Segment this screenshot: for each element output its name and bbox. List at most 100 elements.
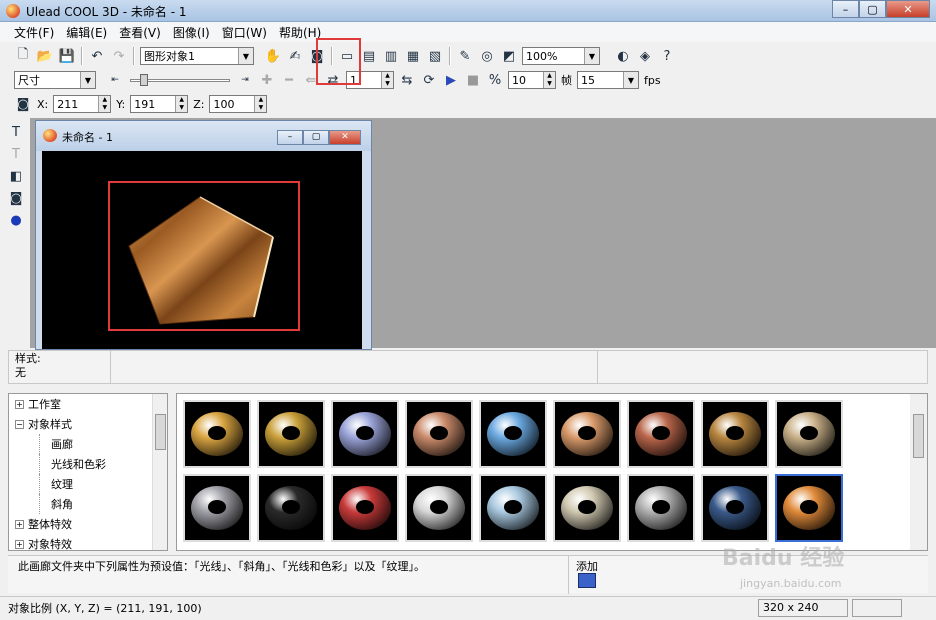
style-thumbnail[interactable] — [331, 474, 399, 542]
style-thumbnail[interactable] — [701, 400, 769, 468]
perspective-view-icon[interactable]: ▦ — [403, 46, 423, 66]
slider-thumb[interactable] — [140, 74, 148, 86]
add-keyframe-icon[interactable]: ✚ — [257, 70, 277, 90]
first-frame-icon[interactable]: ⇤ — [105, 70, 125, 90]
menu-view[interactable]: 查看(V) — [113, 24, 167, 41]
style-thumbnail[interactable] — [257, 400, 325, 468]
refresh-icon[interactable]: ⟳ — [419, 70, 439, 90]
tree-item-gallery[interactable]: 画廊 — [9, 434, 167, 454]
object-select[interactable]: 图形对象1 ▼ — [140, 47, 254, 65]
menu-image[interactable]: 图像(I) — [167, 24, 216, 41]
z-input[interactable]: 100 ▲ ▼ — [209, 95, 268, 113]
style-thumbnail[interactable] — [479, 400, 547, 468]
x-input[interactable]: 211 ▲ ▼ — [53, 95, 112, 113]
style-thumbnail[interactable] — [479, 474, 547, 542]
spinner-arrows[interactable]: ▲ ▼ — [98, 96, 111, 112]
redo-icon[interactable]: ↷ — [109, 46, 129, 66]
scrollbar-thumb[interactable] — [155, 414, 166, 450]
style-thumbnail[interactable] — [331, 400, 399, 468]
highlight-box — [108, 181, 300, 331]
spinner-arrows[interactable]: ▲ ▼ — [175, 96, 188, 112]
style-thumbnail[interactable] — [775, 400, 843, 468]
frame-count-value: 10 — [512, 73, 526, 87]
pan-hand-icon[interactable]: ✋ — [263, 46, 283, 66]
side-view-icon[interactable]: ▥ — [381, 46, 401, 66]
back-view-icon[interactable]: ▧ — [425, 46, 445, 66]
style-thumbnail[interactable] — [405, 474, 473, 542]
mode-select[interactable]: 尺寸 ▼ — [14, 71, 96, 89]
doc-close-button[interactable]: ✕ — [329, 130, 361, 145]
save-icon[interactable]: 💾 — [57, 46, 77, 66]
timeline-slider[interactable] — [130, 71, 230, 89]
expand-icon[interactable]: + — [15, 519, 24, 529]
snapshot-icon[interactable]: ◈ — [635, 46, 655, 66]
rotate-hand-icon[interactable]: ✍ — [285, 46, 305, 66]
tree-item-global-effects[interactable]: + 整体特效 — [9, 514, 167, 534]
style-thumbnail[interactable] — [183, 400, 251, 468]
style-thumbnail[interactable] — [627, 400, 695, 468]
tree-item-studio[interactable]: + 工作室 — [9, 394, 167, 414]
open-folder-icon[interactable]: 📂 — [35, 46, 55, 66]
help-pointer-icon[interactable]: ? — [657, 46, 677, 66]
style-thumbnail[interactable] — [405, 400, 473, 468]
collapse-icon[interactable]: − — [15, 419, 24, 429]
position-object-icon[interactable]: ◙ — [13, 94, 33, 114]
play-icon[interactable]: ▶ — [441, 70, 461, 90]
remove-keyframe-icon[interactable]: ━ — [279, 70, 299, 90]
scrollbar-thumb[interactable] — [913, 414, 924, 458]
torus-preview — [783, 412, 835, 456]
torus-preview — [265, 486, 317, 530]
render-icon[interactable]: ◐ — [613, 46, 633, 66]
doc-maximize-button[interactable]: ▢ — [303, 130, 329, 145]
last-frame-icon[interactable]: ⇥ — [235, 70, 255, 90]
globe-icon[interactable]: ◎ — [477, 46, 497, 66]
select-object-icon[interactable]: ◙ — [6, 188, 26, 208]
insert-geometry-icon[interactable]: ◧ — [6, 166, 26, 186]
chart-icon[interactable]: ◩ — [499, 46, 519, 66]
tree-item-bevel[interactable]: 斜角 — [9, 494, 167, 514]
close-button[interactable]: ✕ — [886, 0, 930, 18]
add-to-gallery-icon[interactable] — [578, 573, 596, 588]
style-thumbnail[interactable] — [183, 474, 251, 542]
tree-scrollbar[interactable] — [152, 394, 167, 550]
gallery-scrollbar[interactable] — [910, 394, 927, 550]
menu-file[interactable]: 文件(F) — [8, 24, 60, 41]
sphere-icon[interactable]: ● — [6, 210, 26, 230]
style-thumbnail[interactable] — [553, 474, 621, 542]
spinner-arrows[interactable]: ▲ ▼ — [381, 72, 393, 88]
stop-icon[interactable]: ■ — [463, 70, 483, 90]
expand-icon[interactable]: + — [15, 399, 24, 409]
loop-icon[interactable]: ⇆ — [397, 70, 417, 90]
tree-item-label: 画廊 — [51, 438, 73, 451]
expand-icon[interactable]: + — [15, 539, 24, 549]
zoom-select[interactable]: 100% ▼ — [522, 47, 600, 65]
spinner-arrows[interactable]: ▲ ▼ — [543, 72, 555, 88]
edit-text-icon[interactable]: T — [6, 144, 26, 164]
tree-item-texture[interactable]: 纹理 — [9, 474, 167, 494]
undo-icon[interactable]: ↶ — [87, 46, 107, 66]
style-thumbnail[interactable] — [627, 474, 695, 542]
style-thumbnail[interactable] — [775, 474, 843, 542]
torus-preview — [709, 486, 761, 530]
y-input[interactable]: 191 ▲ ▼ — [130, 95, 189, 113]
tree-item-object-style[interactable]: − 对象样式 — [9, 414, 167, 434]
style-thumbnail[interactable] — [701, 474, 769, 542]
percent-icon[interactable]: % — [485, 70, 505, 90]
doc-minimize-button[interactable]: – — [277, 130, 303, 145]
spinner-arrows[interactable]: ▲ ▼ — [254, 96, 267, 112]
tree-item-light-color[interactable]: 光线和色彩 — [9, 454, 167, 474]
style-thumbnail[interactable] — [257, 474, 325, 542]
frame-count-input[interactable]: 10 ▲ ▼ — [508, 71, 556, 89]
light-icon[interactable]: ✎ — [455, 46, 475, 66]
minimize-button[interactable]: – — [832, 0, 859, 18]
top-view-icon[interactable]: ▤ — [359, 46, 379, 66]
maximize-button[interactable]: ▢ — [859, 0, 886, 18]
tree-item-object-effects[interactable]: + 对象特效 — [9, 534, 167, 550]
fps-select[interactable]: 15 ▼ — [577, 71, 639, 89]
new-file-icon[interactable]: 🗋 — [13, 46, 33, 66]
menu-edit[interactable]: 编辑(E) — [60, 24, 113, 41]
style-thumbnail[interactable] — [553, 400, 621, 468]
menu-window[interactable]: 窗口(W) — [216, 24, 273, 41]
z-label: Z: — [193, 97, 205, 111]
insert-text-icon[interactable]: T — [6, 122, 26, 142]
